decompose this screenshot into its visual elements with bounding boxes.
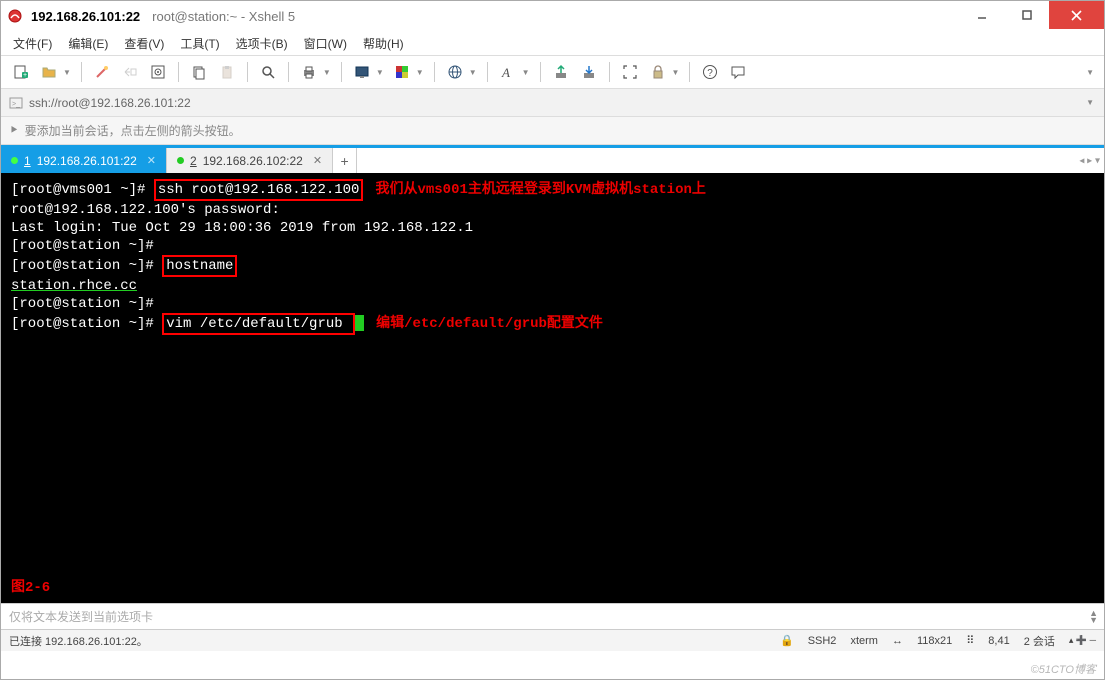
close-button[interactable]	[1049, 1, 1104, 29]
terminal-output[interactable]: [root@vms001 ~]# ssh root@192.168.122.10…	[1, 173, 1104, 603]
font-icon[interactable]: A	[496, 60, 520, 84]
maximize-button[interactable]	[1004, 1, 1049, 29]
resize-icon: ↔	[892, 635, 903, 647]
titlebar: 192.168.26.101:22 root@station:~ - Xshel…	[1, 1, 1104, 31]
globe-icon[interactable]	[443, 60, 467, 84]
status-protocol: SSH2	[808, 635, 837, 647]
wand-icon[interactable]	[90, 60, 114, 84]
upload-icon[interactable]	[549, 60, 573, 84]
help-icon[interactable]: ?	[698, 60, 722, 84]
tab-label: 192.168.26.102:22	[203, 154, 303, 168]
toolbar: + ▼ ▼ ▼ ▼ ▼ A ▼ ▼ ? ▼	[1, 55, 1104, 89]
tab-session-1[interactable]: 1 192.168.26.101:22 ✕	[1, 148, 167, 173]
hostname-output: station.rhce.cc	[11, 278, 137, 294]
globe-dropdown-icon[interactable]: ▼	[469, 68, 477, 77]
line-prompt: [root@station ~]#	[11, 295, 1094, 313]
find-icon[interactable]	[256, 60, 280, 84]
tab-nav-icons[interactable]: ◂ ▸ ▾	[1079, 155, 1100, 166]
svg-text:+: +	[23, 72, 27, 79]
font-dropdown-icon[interactable]: ▼	[522, 68, 530, 77]
menu-file[interactable]: 文件(F)	[13, 35, 52, 52]
minimize-button[interactable]	[959, 1, 1004, 29]
title-address: 192.168.26.101:22	[31, 9, 140, 24]
svg-text:?: ?	[708, 68, 714, 79]
annotation-ssh: 我们从vms001主机远程登录到KVM虚拟机station上	[375, 182, 705, 198]
address-overflow-icon[interactable]: ▼	[1086, 98, 1094, 107]
download-icon[interactable]	[577, 60, 601, 84]
status-size: 118x21	[917, 635, 952, 647]
arrow-left-icon[interactable]: ⯈	[9, 123, 19, 138]
chat-icon[interactable]	[726, 60, 750, 84]
open-dropdown-icon[interactable]: ▼	[63, 68, 71, 77]
new-session-icon[interactable]: +	[9, 60, 33, 84]
address-bar: >_ ssh://root@192.168.26.101:22 ▼	[1, 89, 1104, 117]
info-bar: ⯈ 要添加当前会话，点击左侧的箭头按钮。	[1, 117, 1104, 145]
status-dot-icon	[177, 157, 184, 164]
send-text-bar[interactable]: 仅将文本发送到当前选项卡 ▲▼	[1, 603, 1104, 629]
menu-edit[interactable]: 编辑(E)	[68, 35, 108, 52]
status-sessions: 2 会话	[1024, 633, 1055, 649]
status-cursor-pos: 8,41	[988, 635, 1009, 647]
menu-tools[interactable]: 工具(T)	[180, 35, 219, 52]
tab-session-2[interactable]: 2 192.168.26.102:22 ✕	[167, 148, 333, 173]
disconnect-icon[interactable]	[118, 60, 142, 84]
tab-label: 192.168.26.101:22	[37, 154, 137, 168]
copy-icon[interactable]	[187, 60, 211, 84]
tab-close-icon[interactable]: ✕	[147, 154, 156, 167]
color-dropdown-icon[interactable]: ▼	[416, 68, 424, 77]
prompt: [root@station ~]#	[11, 316, 162, 332]
status-bar: 已连接 192.168.26.101:22。 🔒 SSH2 xterm ↔ 11…	[1, 629, 1104, 651]
svg-text:>_: >_	[12, 101, 20, 108]
tab-strip: 1 192.168.26.101:22 ✕ 2 192.168.26.102:2…	[1, 145, 1104, 173]
menu-window[interactable]: 窗口(W)	[304, 35, 347, 52]
add-tab-button[interactable]: +	[333, 148, 357, 173]
cmd-ssh: ssh root@192.168.122.100	[154, 179, 364, 201]
address-url[interactable]: ssh://root@192.168.26.101:22	[29, 96, 1082, 110]
prompt: [root@vms001 ~]#	[11, 182, 154, 198]
chevron-up-icon[interactable]: ▴ ➕ ─	[1069, 635, 1096, 646]
properties-icon[interactable]	[146, 60, 170, 84]
toolbar-overflow-icon[interactable]: ▼	[1086, 68, 1094, 77]
print-icon[interactable]	[297, 60, 321, 84]
window-buttons	[959, 1, 1104, 29]
annotation-vim: 编辑/etc/default/grub配置文件	[376, 316, 603, 332]
line-password: root@192.168.122.100's password:	[11, 201, 1094, 219]
app-icon	[7, 8, 23, 24]
color-icon[interactable]	[390, 60, 414, 84]
screen-icon[interactable]	[350, 60, 374, 84]
menubar: 文件(F) 编辑(E) 查看(V) 工具(T) 选项卡(B) 窗口(W) 帮助(…	[1, 31, 1104, 55]
prompt: [root@station ~]#	[11, 258, 162, 274]
paste-icon[interactable]	[215, 60, 239, 84]
print-dropdown-icon[interactable]: ▼	[323, 68, 331, 77]
status-terminal-type: xterm	[850, 635, 878, 647]
figure-label: 图2-6	[11, 579, 50, 597]
menu-view[interactable]: 查看(V)	[124, 35, 164, 52]
menu-help[interactable]: 帮助(H)	[363, 35, 404, 52]
lock-small-icon: 🔒	[780, 634, 794, 647]
send-spin-icon[interactable]: ▲▼	[1089, 610, 1098, 624]
status-connection: 已连接 192.168.26.101:22。	[9, 633, 766, 649]
send-placeholder: 仅将文本发送到当前选项卡	[9, 608, 153, 625]
screen-dropdown-icon[interactable]: ▼	[376, 68, 384, 77]
status-dot-icon	[11, 157, 18, 164]
info-bar-text: 要添加当前会话，点击左侧的箭头按钮。	[25, 122, 241, 139]
watermark: ©51CTO博客	[1031, 661, 1096, 677]
grid-icon: ⠿	[966, 634, 974, 647]
title-suffix: root@station:~ - Xshell 5	[152, 9, 295, 24]
fullscreen-icon[interactable]	[618, 60, 642, 84]
tab-number: 1	[24, 154, 31, 168]
line-lastlogin: Last login: Tue Oct 29 18:00:36 2019 fro…	[11, 219, 1094, 237]
tab-number: 2	[190, 154, 197, 168]
lock-icon[interactable]	[646, 60, 670, 84]
cmd-hostname: hostname	[162, 255, 237, 277]
svg-text:A: A	[501, 65, 510, 80]
tab-close-icon[interactable]: ✕	[313, 154, 322, 167]
open-icon[interactable]	[37, 60, 61, 84]
terminal-small-icon: >_	[9, 96, 23, 110]
menu-tab[interactable]: 选项卡(B)	[236, 35, 288, 52]
lock-dropdown-icon[interactable]: ▼	[672, 68, 680, 77]
line-prompt: [root@station ~]#	[11, 237, 1094, 255]
cursor-icon	[355, 315, 364, 331]
cmd-vim: vim /etc/default/grub	[162, 313, 355, 335]
